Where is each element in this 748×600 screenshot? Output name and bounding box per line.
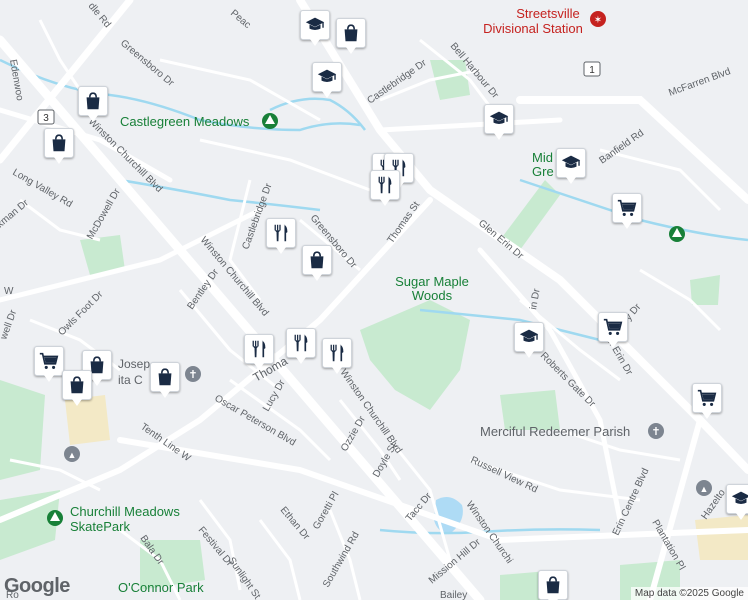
- shopping-bag-icon: [154, 366, 176, 388]
- school-icon-west: ▲: [64, 446, 80, 462]
- svg-text:Josep: Josep: [118, 357, 150, 371]
- shopping-bag-icon: [82, 90, 104, 112]
- svg-text:Russell View Rd: Russell View Rd: [469, 455, 539, 496]
- map-marker-shopping-bag[interactable]: [336, 18, 366, 54]
- svg-text:3: 3: [43, 113, 49, 124]
- restaurant-icon: [248, 338, 270, 360]
- svg-text:Woods: Woods: [412, 288, 453, 303]
- school-icon: [304, 14, 326, 36]
- poi-oconnor-park[interactable]: O'Connor Park: [118, 580, 204, 595]
- svg-text:Owls Foot Dr: Owls Foot Dr: [56, 289, 106, 339]
- park-icon-east: [669, 226, 685, 242]
- map-marker-shopping-bag[interactable]: [44, 128, 74, 164]
- map-marker-shopping-bag[interactable]: [538, 570, 568, 600]
- svg-text:Mid: Mid: [532, 150, 553, 165]
- shopping-cart-icon: [602, 316, 624, 338]
- map-marker-school[interactable]: [556, 148, 586, 184]
- map-marker-shopping-cart[interactable]: [598, 312, 628, 348]
- school-icon: [316, 66, 338, 88]
- map-base: 3 1 Streetsville Divisional Station ✶ Ca…: [0, 0, 748, 600]
- poi-sugar-maple-woods[interactable]: Sugar Maple Woods: [395, 274, 469, 303]
- map-marker-school[interactable]: [726, 484, 748, 520]
- map-marker-school[interactable]: [514, 322, 544, 358]
- svg-text:W: W: [4, 286, 14, 297]
- svg-text:Castlebridge Dr: Castlebridge Dr: [365, 57, 429, 106]
- poi-churchill-skatepark[interactable]: Churchill Meadows SkatePark: [47, 504, 180, 534]
- poi-mid-green[interactable]: Mid Gre: [532, 150, 554, 179]
- school-icon: [730, 488, 748, 510]
- church-icon-west: ✝: [185, 366, 201, 382]
- poi-streetsville-station[interactable]: Streetsville Divisional Station ✶: [483, 6, 606, 36]
- shopping-bag-icon: [48, 132, 70, 154]
- svg-text:Greensboro Dr: Greensboro Dr: [118, 38, 176, 89]
- svg-text:SkatePark: SkatePark: [70, 519, 130, 534]
- shopping-cart-icon: [38, 350, 60, 372]
- map-canvas[interactable]: 3 1 Streetsville Divisional Station ✶ Ca…: [0, 0, 748, 600]
- map-marker-restaurant[interactable]: [286, 328, 316, 364]
- svg-text:Gre: Gre: [532, 164, 554, 179]
- svg-text:O'Connor Park: O'Connor Park: [118, 580, 204, 595]
- restaurant-icon: [270, 222, 292, 244]
- map-marker-shopping-cart[interactable]: [34, 346, 64, 382]
- map-marker-restaurant[interactable]: [370, 170, 400, 206]
- svg-text:Streetsville: Streetsville: [516, 6, 580, 21]
- svg-text:Lucy Dr: Lucy Dr: [261, 378, 288, 414]
- map-marker-shopping-bag[interactable]: [150, 362, 180, 398]
- restaurant-icon: [374, 174, 396, 196]
- school-icon: [488, 108, 510, 130]
- svg-text:well Dr: well Dr: [0, 308, 19, 342]
- restaurant-icon: [290, 332, 312, 354]
- svg-text:✝: ✝: [188, 369, 197, 381]
- school-icon-east: ▲: [696, 480, 712, 496]
- svg-text:Merciful Redeemer Parish: Merciful Redeemer Parish: [480, 424, 630, 439]
- svg-text:dle Rd: dle Rd: [86, 1, 113, 30]
- restaurant-icon: [326, 342, 348, 364]
- svg-text:Thomas St: Thomas St: [385, 200, 422, 246]
- google-logo: Google: [4, 575, 70, 597]
- map-marker-school[interactable]: [300, 10, 330, 46]
- svg-text:▲: ▲: [68, 450, 77, 460]
- map-marker-restaurant[interactable]: [266, 218, 296, 254]
- svg-text:ita C: ita C: [118, 373, 143, 387]
- map-marker-school[interactable]: [312, 62, 342, 98]
- shopping-cart-icon: [696, 387, 718, 409]
- svg-text:Peac: Peac: [228, 8, 253, 31]
- shopping-bag-icon: [306, 249, 328, 271]
- map-marker-shopping-cart[interactable]: [692, 383, 722, 419]
- school-icon: [518, 326, 540, 348]
- map-marker-shopping-cart[interactable]: [612, 193, 642, 229]
- svg-text:Castlegreen Meadows: Castlegreen Meadows: [120, 114, 250, 129]
- svg-text:McDowell Dr: McDowell Dr: [85, 186, 123, 241]
- shopping-cart-icon: [616, 197, 638, 219]
- map-marker-shopping-bag[interactable]: [78, 86, 108, 122]
- map-marker-shopping-bag[interactable]: [302, 245, 332, 281]
- svg-text:Sunlight St: Sunlight St: [226, 555, 263, 600]
- shopping-bag-icon: [542, 574, 564, 596]
- svg-text:▲: ▲: [700, 484, 709, 494]
- map-marker-school[interactable]: [484, 104, 514, 140]
- map-marker-restaurant[interactable]: [244, 334, 274, 370]
- school-icon: [560, 152, 582, 174]
- map-marker-restaurant[interactable]: [322, 338, 352, 374]
- svg-text:Churchill Meadows: Churchill Meadows: [70, 504, 180, 519]
- route-1-shield: 1: [583, 61, 601, 77]
- svg-text:1: 1: [589, 65, 595, 76]
- svg-text:✶: ✶: [594, 15, 602, 26]
- shopping-bag-icon: [340, 22, 362, 44]
- svg-text:McFarren Blvd: McFarren Blvd: [667, 66, 732, 99]
- route-3-shield: 3: [37, 109, 55, 125]
- map-marker-shopping-bag[interactable]: [62, 370, 92, 406]
- shopping-bag-icon: [66, 374, 88, 396]
- svg-text:✝: ✝: [651, 426, 660, 438]
- svg-text:Sugar Maple: Sugar Maple: [395, 274, 469, 289]
- svg-text:Divisional Station: Divisional Station: [483, 21, 583, 36]
- poi-merciful-redeemer[interactable]: Merciful Redeemer Parish ✝: [480, 423, 664, 439]
- map-attribution[interactable]: Map data ©2025 Google: [630, 587, 748, 600]
- svg-text:Bailey: Bailey: [440, 590, 467, 600]
- svg-text:in Dr: in Dr: [528, 287, 543, 310]
- poi-castlegreen-meadows[interactable]: Castlegreen Meadows: [120, 113, 278, 129]
- svg-text:Ethan Dr: Ethan Dr: [278, 505, 312, 543]
- svg-text:kman Dr: kman Dr: [0, 197, 31, 230]
